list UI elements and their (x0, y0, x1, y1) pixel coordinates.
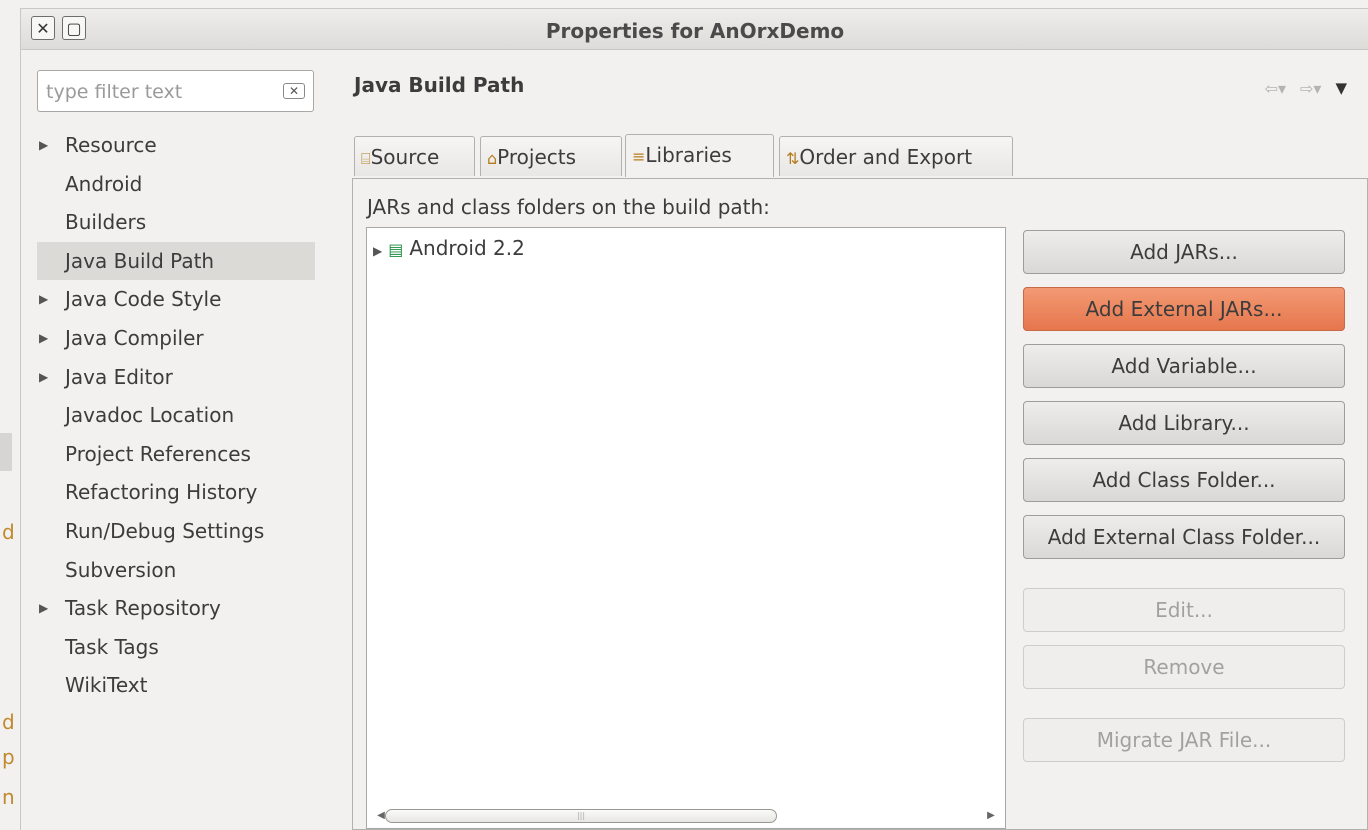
libraries-icon: ≡ (632, 147, 646, 166)
tree-item-java-build-path[interactable]: Java Build Path (37, 241, 315, 281)
tree-item-java-compiler[interactable]: ▶ Java Compiler (37, 319, 315, 358)
tree-item-label: Android (65, 171, 143, 196)
tree-item-task-repository[interactable]: ▶ Task Repository (37, 589, 315, 628)
expand-arrow-icon[interactable]: ▶ (39, 319, 48, 358)
add-class-folder-button[interactable]: Add Class Folder... (1023, 458, 1345, 502)
property-page-tree: ▶ Resource Android Builders Java Build Path ▶… (37, 126, 315, 705)
properties-dialog: ✕ ▢ Properties for AnOrxDemo ✕ ▶ Resource… (20, 8, 1368, 830)
tree-item-wikitext[interactable]: WikiText (37, 666, 315, 705)
page-title: Java Build Path (354, 73, 525, 97)
tree-item-label: Project References (65, 441, 251, 466)
tab-source[interactable]: ⌸Source (354, 136, 475, 176)
tree-item-label: Javadoc Location (65, 403, 235, 428)
tree-item-android[interactable]: Android (37, 165, 315, 204)
tree-item-subversion[interactable]: Subversion (37, 551, 315, 590)
library-entry[interactable]: ▶ ▤ Android 2.2 (373, 236, 525, 260)
tree-item-project-references[interactable]: Project References (37, 435, 315, 474)
tree-item-java-code-style[interactable]: ▶ Java Code Style (37, 280, 315, 319)
remove-button[interactable]: Remove (1023, 645, 1345, 689)
background-scroll-area (0, 433, 12, 471)
background-text: n (2, 785, 15, 809)
expand-arrow-icon[interactable]: ▶ (373, 244, 382, 258)
add-variable-button[interactable]: Add Variable... (1023, 344, 1345, 388)
tab-label: Projects (497, 145, 577, 169)
tree-item-label: Builders (65, 210, 147, 235)
tree-item-label: Run/Debug Settings (65, 518, 265, 543)
add-jars-button[interactable]: Add JARs... (1023, 230, 1345, 274)
tab-label: Libraries (645, 143, 732, 167)
library-icon: ▤ (388, 240, 404, 259)
add-library-button[interactable]: Add Library... (1023, 401, 1345, 445)
tree-item-resource[interactable]: ▶ Resource (37, 126, 315, 165)
edit-button[interactable]: Edit... (1023, 588, 1345, 632)
scrollbar-thumb[interactable]: ||| (385, 809, 777, 823)
tree-item-run-debug-settings[interactable]: Run/Debug Settings (37, 512, 315, 551)
background-text: d (2, 520, 15, 544)
libraries-list[interactable]: ▶ ▤ Android 2.2 ◀ ||| ▶ (366, 227, 1006, 829)
expand-arrow-icon[interactable]: ▶ (39, 589, 48, 628)
libraries-label: JARs and class folders on the build path… (367, 195, 770, 219)
tree-item-java-editor[interactable]: ▶ Java Editor (37, 358, 315, 397)
migrate-jar-file-button[interactable]: Migrate JAR File... (1023, 718, 1345, 762)
tree-item-label: WikiText (65, 673, 148, 698)
order-export-icon: ⇅ (786, 149, 800, 168)
tree-item-label: Task Repository (65, 596, 221, 621)
tree-item-refactoring-history[interactable]: Refactoring History (37, 473, 315, 512)
back-arrow-icon[interactable]: ⇦▾ (1265, 79, 1286, 98)
tab-label: Source (370, 145, 440, 169)
forward-arrow-icon[interactable]: ⇨▾ (1300, 79, 1321, 98)
expand-arrow-icon[interactable]: ▶ (39, 358, 48, 397)
horizontal-scrollbar[interactable]: ◀ ||| ▶ (369, 808, 1003, 824)
tree-item-javadoc-location[interactable]: Javadoc Location (37, 396, 315, 435)
tab-label: Order and Export (799, 145, 973, 169)
filter-field[interactable]: ✕ (37, 70, 314, 112)
tree-item-label: Java Editor (65, 364, 173, 389)
page-navigation: ⇦▾ ⇨▾ ▼ (1265, 79, 1347, 98)
tree-item-label: Subversion (65, 557, 177, 582)
tree-item-label: Java Code Style (65, 287, 222, 312)
expand-arrow-icon[interactable]: ▶ (39, 280, 48, 319)
tab-order-and-export[interactable]: ⇅Order and Export (779, 136, 1013, 176)
library-entry-label: Android 2.2 (409, 236, 525, 260)
title-bar: ✕ ▢ Properties for AnOrxDemo (21, 9, 1368, 50)
filter-input[interactable] (44, 77, 268, 107)
tree-item-label: Java Compiler (65, 325, 204, 350)
add-external-class-folder-button[interactable]: Add External Class Folder... (1023, 515, 1345, 559)
background-text: d (2, 710, 15, 734)
scroll-right-icon[interactable]: ▶ (983, 808, 999, 824)
tab-projects[interactable]: ⌂Projects (480, 136, 622, 176)
projects-folder-icon: ⌂ (487, 149, 498, 168)
expand-arrow-icon[interactable]: ▶ (39, 126, 48, 165)
clear-icon[interactable]: ✕ (283, 83, 305, 99)
tab-libraries[interactable]: ≡Libraries (625, 134, 774, 177)
tree-item-task-tags[interactable]: Task Tags (37, 628, 315, 667)
window-title: Properties for AnOrxDemo (545, 19, 845, 43)
tree-item-builders[interactable]: Builders (37, 203, 315, 242)
source-folder-icon: ⌸ (361, 149, 371, 168)
tree-item-label: Refactoring History (65, 480, 258, 505)
add-external-jars-button[interactable]: Add External JARs... (1023, 287, 1345, 331)
background-window-edge: d d p n (0, 0, 20, 829)
tree-item-label: Task Tags (65, 634, 159, 659)
tree-item-label: Java Build Path (65, 248, 215, 273)
view-menu-icon[interactable]: ▼ (1335, 79, 1347, 98)
tree-item-label: Resource (65, 133, 157, 157)
background-text: p (2, 745, 15, 769)
